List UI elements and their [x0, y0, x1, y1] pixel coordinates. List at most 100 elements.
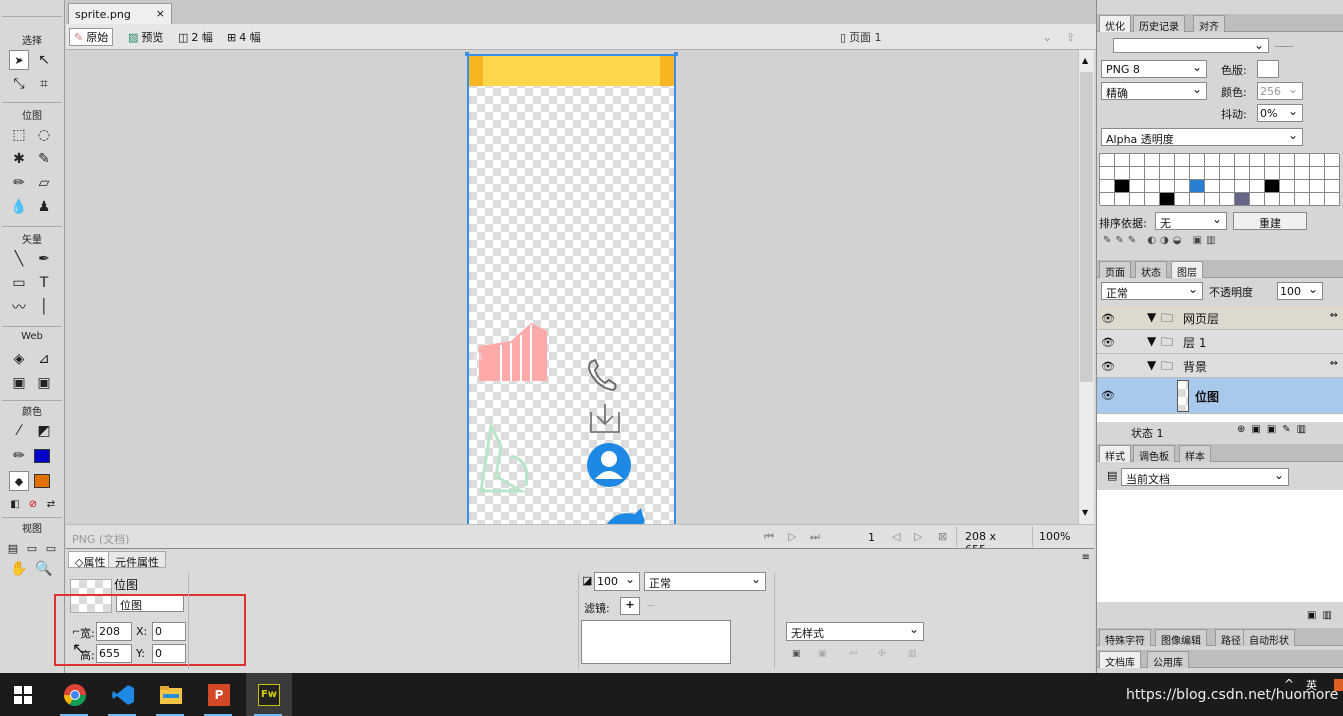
- slice-tool-icon[interactable]: ⊿: [34, 349, 54, 369]
- hide-slices-icon[interactable]: ▣: [9, 373, 29, 393]
- palette-swatch[interactable]: [1250, 180, 1265, 193]
- palette-swatch[interactable]: [1220, 167, 1235, 180]
- palette-swatch[interactable]: [1250, 193, 1265, 206]
- fireworks-icon[interactable]: Fw: [246, 673, 292, 716]
- palette-swatch[interactable]: [1235, 167, 1250, 180]
- palette-swatch[interactable]: [1325, 193, 1340, 206]
- paint-bucket-icon[interactable]: ◩: [34, 421, 54, 441]
- stroke-color-swatch[interactable]: [34, 449, 50, 463]
- document-tab[interactable]: sprite.png ×: [68, 3, 172, 24]
- knife-tool-icon[interactable]: │: [34, 297, 54, 317]
- fullscreen-icon[interactable]: ▭: [41, 538, 61, 558]
- palette-swatch[interactable]: [1145, 154, 1160, 167]
- palette-swatch[interactable]: [1295, 193, 1310, 206]
- eyedropper-tool-icon[interactable]: ⁄: [9, 421, 29, 441]
- palette-swatch[interactable]: [1310, 180, 1325, 193]
- palette-swatch[interactable]: [1115, 193, 1130, 206]
- palette-swatch[interactable]: [1250, 154, 1265, 167]
- layer-blend-select[interactable]: 正常: [1101, 282, 1203, 300]
- palette-swatch[interactable]: [1265, 154, 1280, 167]
- expand-icon[interactable]: ▼: [1147, 334, 1156, 348]
- palette-swatch[interactable]: [1310, 193, 1325, 206]
- palette-swatch[interactable]: [1100, 180, 1115, 193]
- palette-swatch[interactable]: [1115, 180, 1130, 193]
- powerpoint-icon[interactable]: P: [196, 673, 242, 716]
- selection-handle[interactable]: [674, 52, 678, 56]
- palette-swatch[interactable]: [1160, 154, 1175, 167]
- tab-auto-shapes[interactable]: 自动形状: [1243, 629, 1295, 647]
- close-tab-icon[interactable]: ×: [156, 7, 165, 20]
- canvas-area[interactable]: ✳: [66, 50, 1078, 524]
- stop-icon[interactable]: ⊠: [938, 530, 947, 543]
- transparency-select[interactable]: Alpha 透明度: [1101, 128, 1303, 146]
- windows-start-icon[interactable]: [0, 673, 46, 716]
- expand-icon[interactable]: ▼: [1147, 358, 1156, 372]
- file-explorer-icon[interactable]: [148, 673, 194, 716]
- palette-swatch[interactable]: [1190, 154, 1205, 167]
- text-tool-icon[interactable]: T: [34, 273, 54, 293]
- palette-swatch[interactable]: [1265, 167, 1280, 180]
- palette-swatch[interactable]: [1205, 180, 1220, 193]
- tab-special-chars[interactable]: 特殊字符: [1099, 629, 1151, 647]
- palette-swatch[interactable]: [1205, 167, 1220, 180]
- palette-swatch[interactable]: [1130, 180, 1145, 193]
- tab-states[interactable]: 状态: [1135, 261, 1167, 279]
- palette-swatch[interactable]: [1280, 193, 1295, 206]
- layer-row-web[interactable]: 👁 ▼ 🗀 网页层 ⇔: [1097, 306, 1343, 330]
- tab-samples[interactable]: 样本: [1179, 445, 1211, 463]
- tab-history[interactable]: 历史记录: [1133, 15, 1185, 33]
- scale-tool-icon[interactable]: ⤡: [9, 74, 29, 94]
- palette-swatch[interactable]: [1190, 193, 1205, 206]
- eye-icon[interactable]: 👁: [1101, 312, 1115, 325]
- line-tool-icon[interactable]: ╲: [9, 249, 29, 269]
- export-format-select[interactable]: PNG 8: [1101, 60, 1207, 78]
- opacity-field[interactable]: 100: [594, 572, 640, 591]
- pen-tool-icon[interactable]: ✒: [34, 249, 54, 269]
- palette-swatch[interactable]: [1145, 193, 1160, 206]
- first-frame-icon[interactable]: ⏮: [764, 530, 774, 544]
- layer-row-bitmap[interactable]: 👁 位图: [1097, 378, 1343, 414]
- eye-icon[interactable]: 👁: [1101, 360, 1115, 373]
- palette-swatch[interactable]: [1160, 193, 1175, 206]
- show-slices-icon[interactable]: ▣: [34, 373, 54, 393]
- palette-swatch[interactable]: [1175, 167, 1190, 180]
- zoom-level[interactable]: 100%: [1032, 526, 1092, 547]
- selection-handle[interactable]: [465, 52, 469, 56]
- pointer-tool-icon[interactable]: ➤: [9, 50, 29, 70]
- palette-swatch[interactable]: [1310, 167, 1325, 180]
- palette-swatch[interactable]: [1280, 167, 1295, 180]
- palette-swatch[interactable]: [1295, 167, 1310, 180]
- tab-image-edit[interactable]: 图像编辑: [1155, 629, 1207, 647]
- blend-mode-select[interactable]: 正常: [644, 572, 766, 591]
- palette-swatch[interactable]: [1325, 180, 1340, 193]
- rebuild-button[interactable]: 重建: [1233, 212, 1307, 230]
- palette-swatch[interactable]: [1220, 154, 1235, 167]
- optimize-preset-select[interactable]: [1113, 38, 1269, 53]
- palette-swatch[interactable]: [1160, 167, 1175, 180]
- pencil-tool-icon[interactable]: ✏: [9, 173, 29, 193]
- panel-menu-icon[interactable]: ≡: [1082, 552, 1090, 563]
- palette-swatch[interactable]: [1235, 193, 1250, 206]
- tab-align[interactable]: 对齐: [1193, 15, 1225, 33]
- palette-select[interactable]: 精确: [1101, 82, 1207, 100]
- blur-tool-icon[interactable]: 💧: [9, 197, 29, 217]
- palette-swatch[interactable]: [1145, 180, 1160, 193]
- chrome-icon[interactable]: [52, 673, 98, 716]
- palette-swatch[interactable]: [1280, 154, 1295, 167]
- expand-icon[interactable]: ▼: [1147, 310, 1156, 324]
- subselection-tool-icon[interactable]: ↖: [34, 50, 54, 70]
- fill-color-swatch[interactable]: [34, 474, 50, 488]
- tab-pages[interactable]: 页面: [1099, 261, 1131, 279]
- view-2up-button[interactable]: ◫ 2 幅: [174, 28, 217, 46]
- eraser-tool-icon[interactable]: ▱: [34, 173, 54, 193]
- layer-action-icons[interactable]: ⊕▣▣✎▥: [1237, 424, 1312, 435]
- next-frame-icon[interactable]: ▷: [914, 530, 922, 543]
- tab-symbol-properties[interactable]: 元件属性: [108, 551, 166, 569]
- palette-swatch[interactable]: [1100, 193, 1115, 206]
- styles-action-icons[interactable]: ▣▥: [1307, 610, 1338, 621]
- eye-icon[interactable]: 👁: [1101, 336, 1115, 349]
- filters-list[interactable]: [581, 620, 731, 664]
- palette-swatch[interactable]: [1190, 180, 1205, 193]
- palette-swatch[interactable]: [1205, 193, 1220, 206]
- palette-swatch[interactable]: [1235, 154, 1250, 167]
